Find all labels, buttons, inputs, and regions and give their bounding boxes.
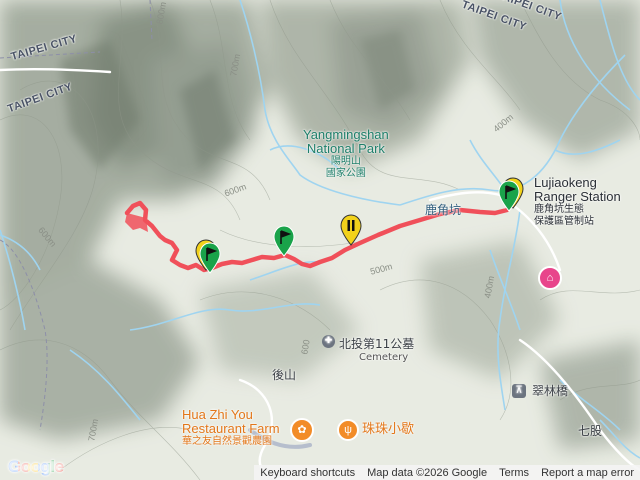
keyboard-shortcuts-link[interactable]: Keyboard shortcuts	[254, 467, 361, 479]
terrain-layer	[0, 0, 640, 480]
attribution-bar: Keyboard shortcuts Map data ©2026 Google…	[254, 465, 640, 480]
terms-link[interactable]: Terms	[493, 467, 535, 479]
report-error-link[interactable]: Report a map error	[535, 467, 640, 479]
map-data-text: Map data ©2026 Google	[367, 466, 488, 479]
google-logo: Google	[8, 457, 64, 476]
map-canvas[interactable]: TAIPEI CITY TAIPEI CITY TAIPEI CITY TAIP…	[0, 0, 640, 480]
